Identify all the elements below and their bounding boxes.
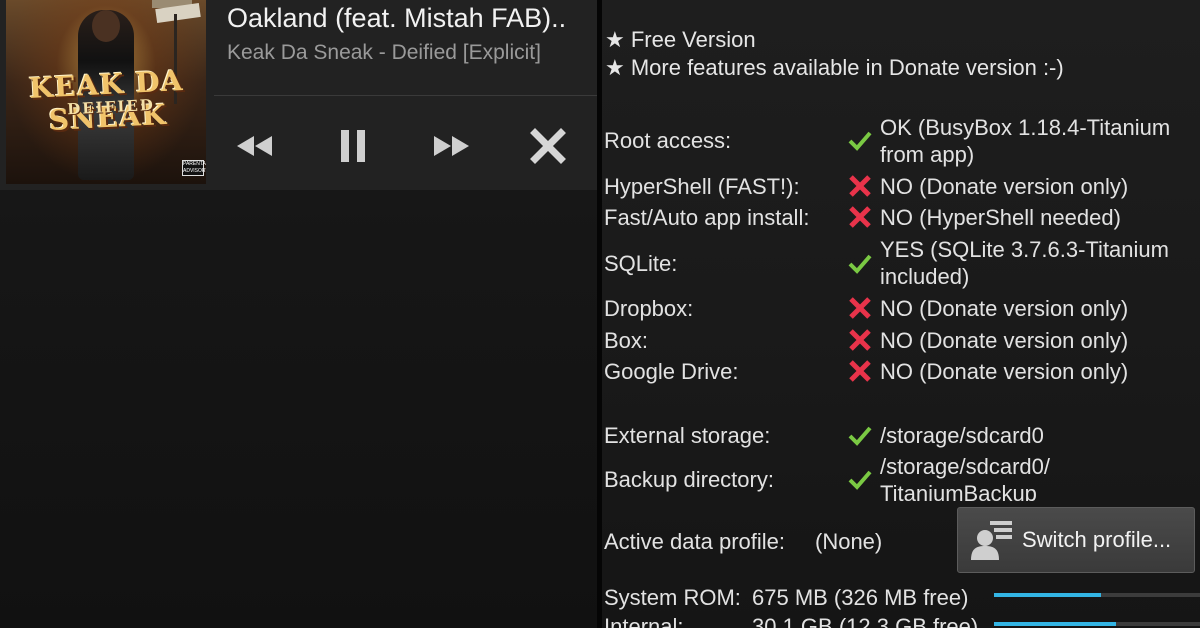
system-rom-label: System ROM: <box>604 585 741 610</box>
cross-icon <box>849 297 871 319</box>
google-drive-label: Google Drive: <box>604 359 739 384</box>
previous-button[interactable] <box>227 120 283 172</box>
value-line: YES (SQLite 3.7.6.3-Titanium <box>880 237 1169 262</box>
switch-profile-label: Switch profile... <box>1022 527 1172 552</box>
sqlite-value: YES (SQLite 3.7.6.3-Titanium included) <box>880 236 1200 290</box>
active-profile-value: (None) <box>815 529 883 554</box>
system-rom-usage-fill <box>994 593 1102 597</box>
box-label: Box: <box>604 328 649 353</box>
album-figure-head <box>92 10 120 42</box>
internal-usage-bar <box>994 622 1200 626</box>
cross-icon <box>849 329 871 351</box>
google-drive-value: NO (Donate version only) <box>880 359 1129 384</box>
value-line: from app) <box>880 142 975 167</box>
pause-button[interactable] <box>325 120 381 172</box>
internal-label: Internal: <box>604 614 684 628</box>
value-line: included) <box>880 264 970 289</box>
parental-advisory-badge: PARENTAL ADVISORY <box>182 160 206 176</box>
dropbox-value: NO (Donate version only) <box>880 296 1129 321</box>
album-art[interactable]: KEAK DA SNEAK DEIFIED PARENTAL ADVISORY <box>6 0 206 184</box>
titanium-backup-overview: ★ Free Version ★ More features available… <box>602 0 1200 628</box>
sqlite-label: SQLite: <box>604 251 678 276</box>
cross-icon <box>849 175 871 197</box>
system-rom-value: 675 MB (326 MB free) <box>752 585 969 610</box>
player-widget: KEAK DA SNEAK DEIFIED PARENTAL ADVISORY … <box>0 0 597 190</box>
backup-directory-value: /storage/sdcard0/ TitaniumBackup <box>880 453 1200 501</box>
value-line: OK (BusyBox 1.18.4-Titanium <box>880 115 1171 140</box>
active-profile-label: Active data profile: <box>604 529 785 554</box>
music-player-pane: KEAK DA SNEAK DEIFIED PARENTAL ADVISORY … <box>0 0 597 628</box>
player-divider <box>214 95 597 96</box>
track-title: Oakland (feat. Mistah FAB).. <box>227 3 567 33</box>
rewind-icon <box>237 136 272 156</box>
value-line: /storage/sdcard0/ <box>880 454 1050 479</box>
hypershell-value: NO (Donate version only) <box>880 174 1129 199</box>
free-version-note: ★ Free Version <box>605 27 756 52</box>
fast-auto-install-value: NO (HyperShell needed) <box>880 205 1121 230</box>
cross-icon <box>849 206 871 228</box>
backup-directory-label: Backup directory: <box>604 467 774 492</box>
next-button[interactable] <box>423 120 479 172</box>
check-icon <box>848 131 872 151</box>
close-player-button[interactable] <box>520 120 576 172</box>
check-icon <box>848 254 872 274</box>
close-icon <box>530 128 566 164</box>
hypershell-label: HyperShell (FAST!): <box>604 174 800 199</box>
box-value: NO (Donate version only) <box>880 328 1129 353</box>
value-line: TitaniumBackup <box>880 481 1037 501</box>
internal-usage-fill <box>994 622 1116 626</box>
external-storage-value: /storage/sdcard0 <box>880 423 1044 448</box>
root-access-label: Root access: <box>604 128 732 153</box>
profile-switch-icon <box>971 521 1012 560</box>
pause-icon <box>341 130 365 162</box>
dropbox-label: Dropbox: <box>604 296 694 321</box>
donate-version-note: ★ More features available in Donate vers… <box>605 55 1064 80</box>
system-rom-usage-bar <box>994 593 1200 597</box>
check-icon <box>848 426 872 446</box>
switch-profile-button[interactable]: Switch profile... <box>957 507 1195 573</box>
check-icon <box>848 470 872 490</box>
external-storage-label: External storage: <box>604 423 771 448</box>
cross-icon <box>849 360 871 382</box>
fast-auto-install-label: Fast/Auto app install: <box>604 205 810 230</box>
root-access-value: OK (BusyBox 1.18.4-Titanium from app) <box>880 114 1200 168</box>
track-artist-album: Keak Da Sneak - Deified [Explicit] <box>227 41 541 64</box>
internal-value: 30.1 GB (12.3 GB free) <box>752 614 979 628</box>
fast-forward-icon <box>434 136 469 156</box>
